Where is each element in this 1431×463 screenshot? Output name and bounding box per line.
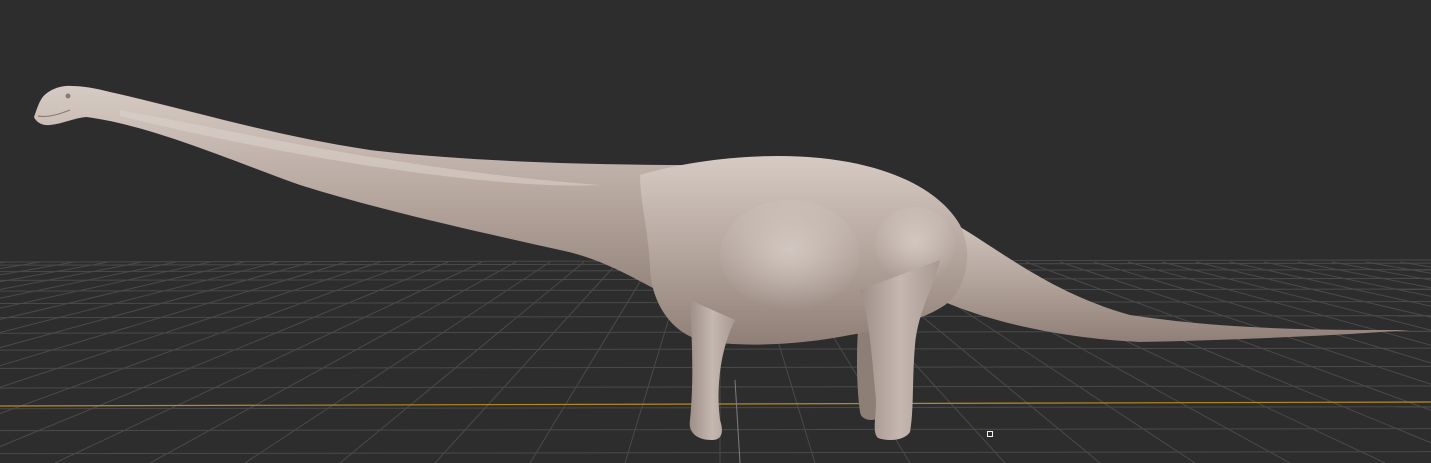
grid-column-line (1093, 261, 1431, 364)
near-front-leg (689, 300, 735, 440)
y-axis-line (734, 379, 741, 463)
grid-column-line (1195, 261, 1431, 318)
grid-column-line (0, 261, 109, 283)
grid-column-line (1399, 261, 1431, 268)
eye (65, 93, 71, 99)
3d-viewport[interactable] (0, 0, 1431, 463)
grid-column-line (0, 261, 347, 367)
grid-column-line (1025, 261, 1431, 411)
grid-column-line (54, 261, 483, 463)
grid-column-line (0, 261, 313, 349)
grid-column-line (0, 261, 7, 264)
tail (930, 210, 1410, 342)
grid-column-line (1331, 261, 1431, 281)
grid-column-line (1365, 261, 1431, 274)
grid-row-line (0, 451, 1431, 455)
grid-column-line (244, 261, 551, 463)
grid-column-line (1161, 261, 1431, 331)
neck (34, 85, 700, 311)
grid-column-line (0, 261, 381, 388)
viewport-scene[interactable] (0, 0, 1431, 463)
pivot-square-icon[interactable] (987, 431, 993, 437)
grid-column-line (0, 261, 415, 415)
grid-column-line (0, 261, 245, 320)
belly-highlight (720, 200, 860, 310)
grid-column-line (1059, 261, 1431, 385)
grid-column-line (0, 261, 449, 448)
grid-column-line (1229, 261, 1431, 307)
grid-column-line (0, 261, 177, 299)
